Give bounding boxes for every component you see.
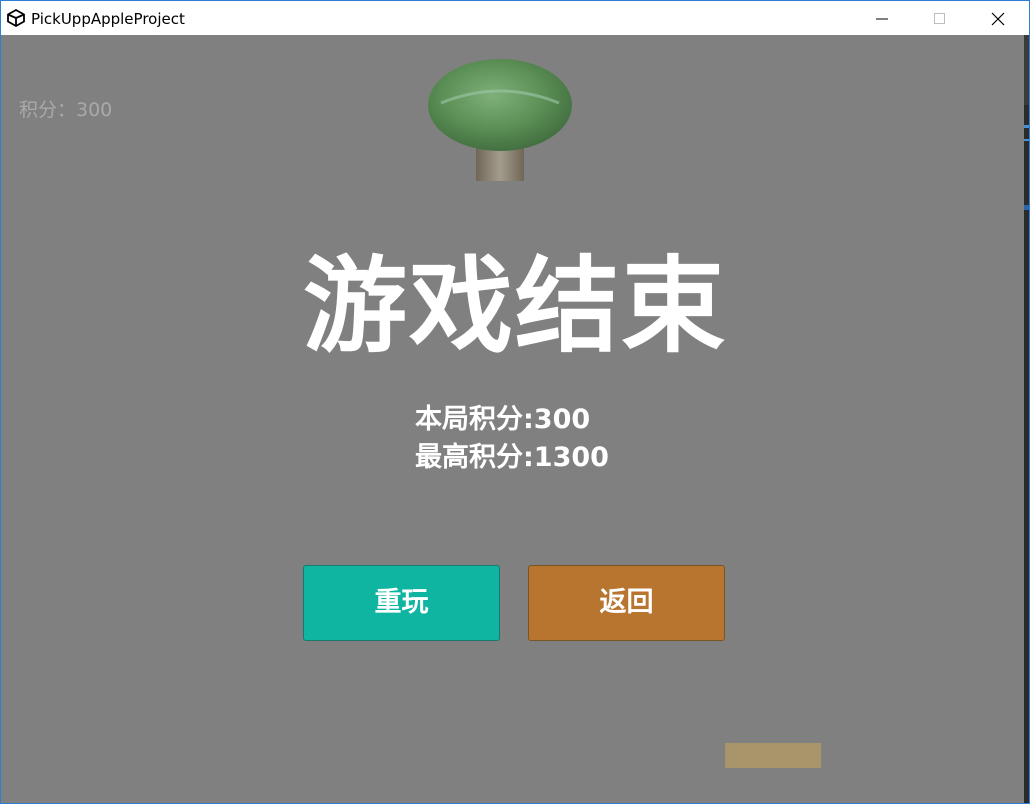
minimize-icon <box>876 18 888 20</box>
back-button[interactable]: 返回 <box>528 565 725 641</box>
high-score: 最高积分:1300 <box>415 442 609 473</box>
title-bar[interactable]: PickUppAppleProject <box>1 1 1029 35</box>
editor-edge-strip <box>1024 35 1029 803</box>
close-icon <box>991 12 1005 26</box>
minimize-button[interactable] <box>853 1 911 35</box>
app-window: PickUppAppleProject 积分：300 游戏结束 本局积分:300… <box>0 0 1030 804</box>
unity-icon <box>7 8 25 28</box>
current-score: 本局积分:300 <box>415 404 591 435</box>
maximize-icon <box>934 13 945 24</box>
game-viewport: 积分：300 游戏结束 本局积分:300 最高积分:1300 重玩 返回 <box>1 35 1023 803</box>
close-button[interactable] <box>969 1 1027 35</box>
replay-button[interactable]: 重玩 <box>303 565 500 641</box>
basket <box>725 743 821 768</box>
window-title: PickUppAppleProject <box>31 10 185 28</box>
hud-score: 积分：300 <box>19 99 113 121</box>
score-summary: 本局积分:300 最高积分:1300 <box>415 401 609 477</box>
game-over-title: 游戏结束 <box>302 245 727 367</box>
tree-icon <box>428 59 572 181</box>
maximize-button[interactable] <box>911 1 969 35</box>
